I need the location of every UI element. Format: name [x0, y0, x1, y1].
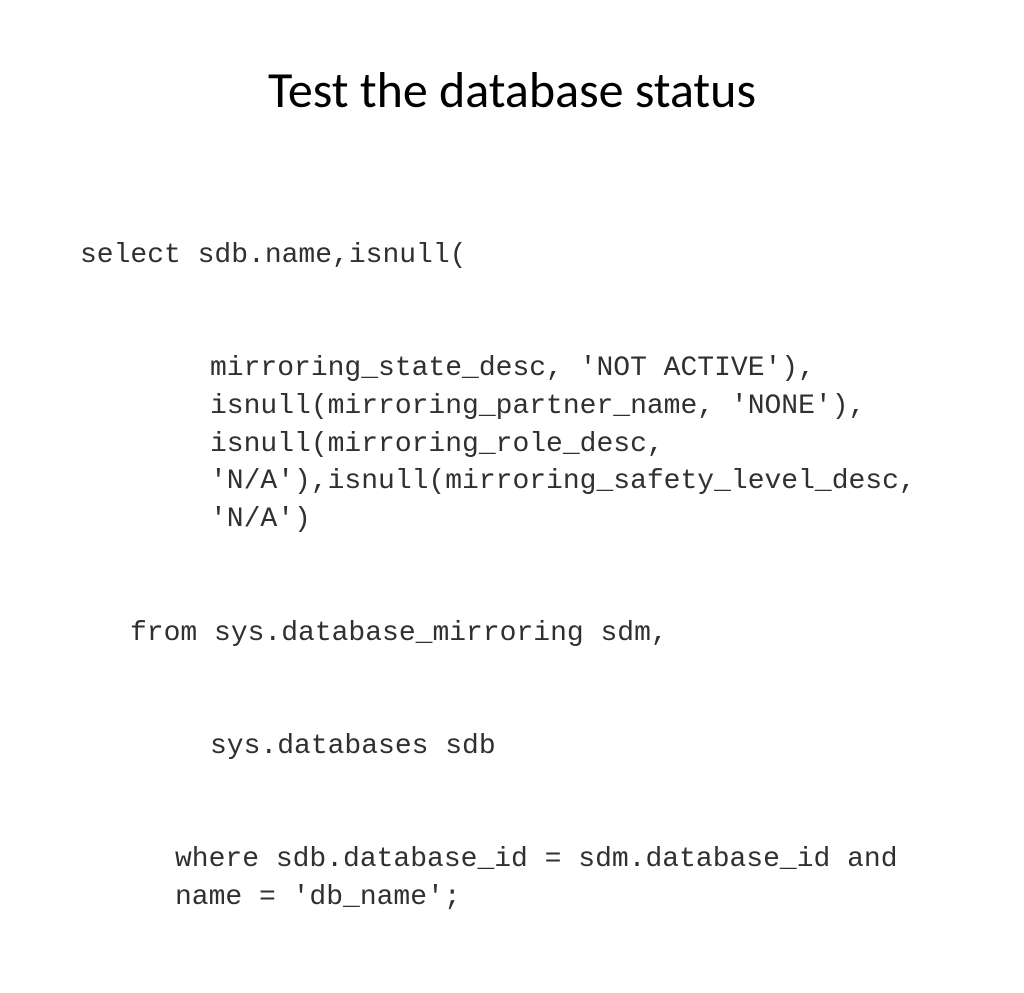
code-line: from sys.database_mirroring sdm, — [80, 615, 944, 653]
code-line: select sdb.name,isnull( — [80, 237, 944, 275]
code-line: sys.databases sdb — [80, 728, 944, 766]
code-line: where sdb.database_id = sdm.database_id … — [80, 841, 944, 917]
slide: Test the database status select sdb.name… — [0, 0, 1024, 768]
slide-title: Test the database status — [80, 60, 944, 121]
code-line: mirroring_state_desc, 'NOT ACTIVE'), isn… — [80, 350, 944, 539]
sql-code-block: select sdb.name,isnull( mirroring_state_… — [80, 161, 944, 993]
